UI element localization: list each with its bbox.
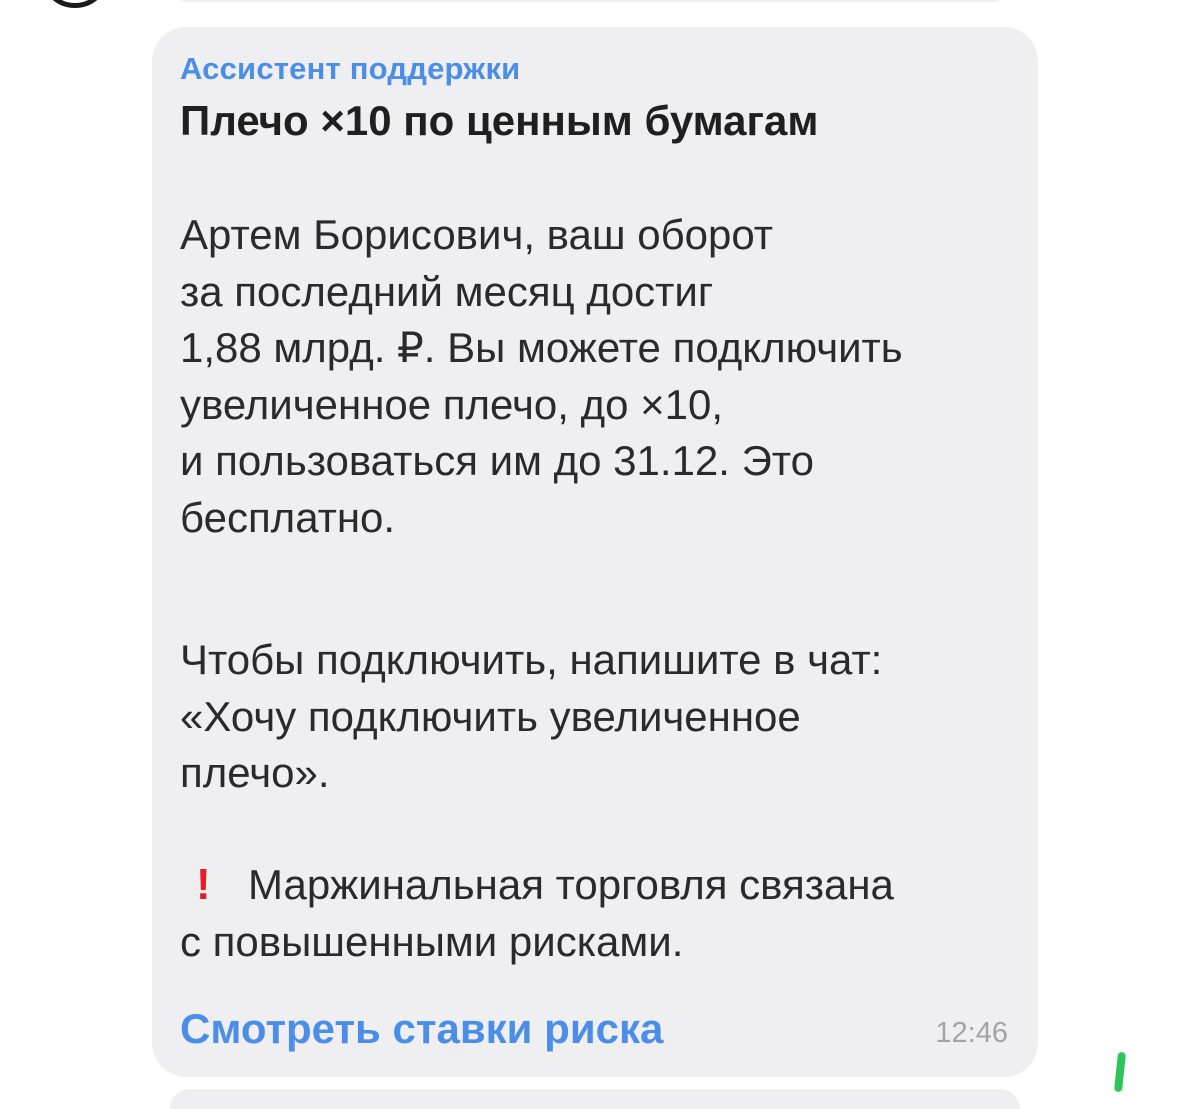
message-paragraph-instructions: Чтобы подключить, напишите в чат: «Хочу … (180, 632, 882, 802)
text-line: 1,88 млрд. ₽. Вы можете подключить (180, 324, 903, 371)
text-line: Чтобы подключить, напишите в чат: (180, 636, 883, 683)
text-line: «Хочу подключить увеличенное (180, 692, 801, 740)
warning-text: Маржинальная торговля связана (248, 861, 894, 908)
support-message-bubble: Ассистент поддержки Плечо ×10 по ценным … (152, 27, 1038, 1077)
message-paragraph-offer: Артем Борисович, ваш оборот за последний… (180, 207, 903, 546)
next-message-bubble-edge (170, 1089, 1020, 1109)
view-risk-rates-link[interactable]: Смотреть ставки риска (180, 1005, 663, 1053)
text-line: увеличенное плечо, до ×10, (180, 380, 724, 428)
text-line: и пользоваться им до 31.12. Это (180, 437, 814, 484)
message-title: Плечо ×10 по ценным бумагам (180, 97, 819, 144)
message-timestamp: 12:46 (935, 1017, 1008, 1049)
exclamation-mark-icon: ! (196, 860, 211, 909)
scroll-indicator (1113, 1051, 1127, 1093)
text-line: плечо». (180, 749, 330, 796)
text-line: Артем Борисович, ваш оборот (180, 211, 774, 258)
previous-message-bubble-edge (160, 0, 1020, 2)
warning-text: с повышенными рисками. (180, 917, 684, 965)
warning-line: ! Маржинальная торговля связана (180, 857, 894, 914)
previous-avatar-edge (40, 0, 110, 8)
text-line: бесплатно. (180, 493, 396, 541)
sender-name: Ассистент поддержки (180, 51, 521, 86)
text-line: за последний месяц достиг (180, 267, 714, 315)
message-paragraph-warning: ! Маржинальная торговля связана с повышен… (180, 857, 894, 970)
